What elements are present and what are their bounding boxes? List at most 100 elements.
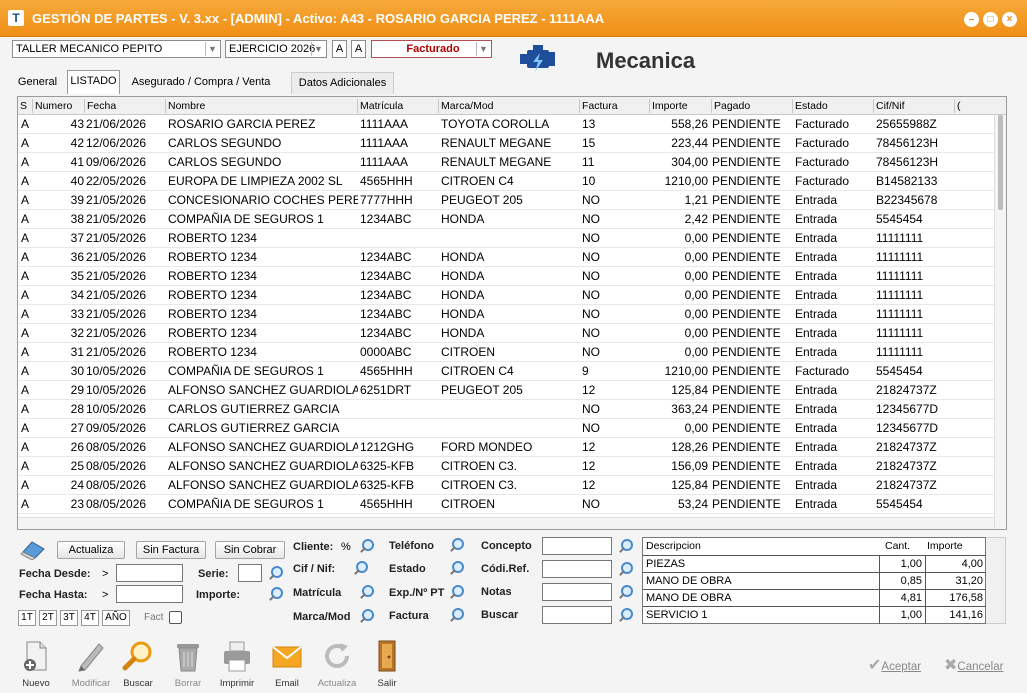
detail-table[interactable]: Descripcion Cant. Importe PIEZAS 1,00 4,00… bbox=[642, 537, 987, 624]
quick-4t-button[interactable]: 4T bbox=[81, 610, 99, 626]
table-row[interactable]: A 34 21/05/2026 ROBERTO 1234 1234ABC HONDA NO 0… bbox=[18, 286, 994, 305]
actualiza-button[interactable]: Actualiza bbox=[57, 541, 125, 559]
tab-general[interactable]: General bbox=[14, 72, 61, 94]
actualiza-tool-button[interactable]: Actualiza bbox=[314, 640, 360, 689]
tab-datos-adicionales[interactable]: Datos Adicionales bbox=[291, 72, 394, 94]
col-header-fecha[interactable]: Fecha bbox=[84, 99, 116, 113]
cell-nombre: ROSARIO GARCIA PEREZ bbox=[168, 117, 316, 131]
sin-cobrar-button[interactable]: Sin Cobrar bbox=[215, 541, 285, 559]
maximize-icon[interactable]: □ bbox=[983, 12, 998, 27]
search-icon[interactable] bbox=[353, 561, 368, 575]
table-row[interactable]: A 33 21/05/2026 ROBERTO 1234 1234ABC HONDA NO 0… bbox=[18, 305, 994, 324]
search-icon[interactable] bbox=[359, 585, 374, 599]
notas-input[interactable] bbox=[542, 583, 612, 601]
search-icon[interactable] bbox=[449, 608, 464, 622]
cell-factura: 10 bbox=[582, 174, 596, 188]
fecha-desde-input[interactable] bbox=[116, 564, 183, 582]
tab-asegurado[interactable]: Asegurado / Compra / Venta bbox=[125, 72, 277, 94]
col-header-cif[interactable]: Cif/Nif bbox=[873, 99, 905, 113]
ejercicio-select[interactable]: EJERCICIO 2026 ▼ bbox=[225, 40, 327, 58]
salir-button[interactable]: Salir bbox=[364, 640, 410, 689]
col-header-estado[interactable]: Estado bbox=[792, 99, 828, 113]
table-row[interactable]: A 40 22/05/2026 EUROPA DE LIMPIEZA 2002 SL 4… bbox=[18, 172, 994, 191]
taller-select[interactable]: TALLER MECANICO PEPITO ▼ bbox=[12, 40, 221, 58]
table-row[interactable]: A 27 09/05/2026 CARLOS GUTIERREZ GARCIA NO 0,… bbox=[18, 419, 994, 438]
col-header-numero[interactable]: Numero bbox=[32, 99, 72, 113]
fact-checkbox[interactable] bbox=[169, 611, 182, 624]
search-icon[interactable] bbox=[268, 566, 283, 580]
nuevo-button[interactable]: Nuevo bbox=[13, 640, 59, 689]
tab-listado[interactable]: LISTADO bbox=[67, 70, 120, 94]
search-icon[interactable] bbox=[449, 538, 464, 552]
table-row[interactable]: A 43 21/06/2026 ROSARIO GARCIA PEREZ 1111AAA… bbox=[18, 115, 994, 134]
table-row[interactable]: A 37 21/05/2026 ROBERTO 1234 NO 0,00 PENDIENTE… bbox=[18, 229, 994, 248]
table-row[interactable]: A 26 08/05/2026 ALFONSO SANCHEZ GUARDIOLA 12… bbox=[18, 438, 994, 457]
detail-row[interactable]: PIEZAS 1,00 4,00 bbox=[643, 555, 987, 573]
font-a-button-2[interactable]: A bbox=[351, 40, 366, 58]
quick-1t-button[interactable]: 1T bbox=[18, 610, 36, 626]
vertical-scrollbar[interactable] bbox=[994, 115, 1006, 529]
scrollbar-thumb[interactable] bbox=[998, 115, 1003, 210]
detail-row[interactable]: MANO DE OBRA 4,81 176,58 bbox=[643, 589, 987, 607]
col-header-marca[interactable]: Marca/Mod bbox=[438, 99, 494, 113]
minimize-icon[interactable]: – bbox=[964, 12, 979, 27]
table-row[interactable]: A 30 10/05/2026 COMPAÑIA DE SEGUROS 1 4565HH… bbox=[18, 362, 994, 381]
cell-fecha: 21/05/2026 bbox=[86, 288, 147, 302]
col-header-s[interactable]: S bbox=[18, 99, 27, 113]
sin-factura-button[interactable]: Sin Factura bbox=[136, 541, 206, 559]
search-icon[interactable] bbox=[618, 539, 633, 553]
table-row[interactable]: A 28 10/05/2026 CARLOS GUTIERREZ GARCIA NO 36… bbox=[18, 400, 994, 419]
search-icon[interactable] bbox=[359, 609, 374, 623]
search-icon[interactable] bbox=[449, 561, 464, 575]
fecha-hasta-input[interactable] bbox=[116, 585, 183, 603]
search-icon[interactable] bbox=[268, 587, 283, 601]
table-row[interactable]: A 24 08/05/2026 ALFONSO SANCHEZ GUARDIOLA 63… bbox=[18, 476, 994, 495]
detail-row[interactable]: MANO DE OBRA 0,85 31,20 bbox=[643, 572, 987, 590]
col-header-matricula[interactable]: Matrícula bbox=[357, 99, 403, 113]
table-row[interactable]: A 41 09/06/2026 CARLOS SEGUNDO 1111AAA RENAUL… bbox=[18, 153, 994, 172]
buscar-input[interactable] bbox=[542, 606, 612, 624]
search-icon[interactable] bbox=[618, 608, 633, 622]
table-row[interactable]: A 23 08/05/2026 COMPAÑIA DE SEGUROS 1 4565HH… bbox=[18, 495, 994, 514]
partes-table[interactable]: S Numero Fecha Nombre Matrícula Marca/Mo… bbox=[17, 96, 1007, 530]
buscar-button[interactable]: Buscar bbox=[115, 640, 161, 689]
email-button[interactable]: Email bbox=[264, 640, 310, 689]
search-icon[interactable] bbox=[359, 539, 374, 553]
estado-select[interactable]: Facturado ▼ bbox=[371, 40, 492, 58]
font-a-button[interactable]: A bbox=[332, 40, 347, 58]
table-row[interactable]: A 39 21/05/2026 CONCESIONARIO COCHES PERE 77… bbox=[18, 191, 994, 210]
detail-row[interactable]: SERVICIO 1 1,00 141,16 bbox=[643, 606, 987, 624]
table-row[interactable]: A 35 21/05/2026 ROBERTO 1234 1234ABC HONDA NO 0… bbox=[18, 267, 994, 286]
concepto-input[interactable] bbox=[542, 537, 612, 555]
cell-estado: Entrada bbox=[795, 478, 838, 492]
search-icon[interactable] bbox=[449, 585, 464, 599]
imprimir-button[interactable]: Imprimir bbox=[214, 640, 260, 689]
cancelar-button[interactable]: ✖Cancelar bbox=[944, 655, 1003, 675]
horizontal-scrollbar[interactable] bbox=[18, 517, 994, 529]
search-icon[interactable] bbox=[618, 562, 633, 576]
close-icon[interactable]: × bbox=[1002, 12, 1017, 27]
quick-2t-button[interactable]: 2T bbox=[39, 610, 57, 626]
aceptar-button[interactable]: ✔Aceptar bbox=[868, 655, 921, 675]
quick-3t-button[interactable]: 3T bbox=[60, 610, 78, 626]
serie-input[interactable] bbox=[238, 564, 262, 582]
detail-scrollbar[interactable] bbox=[986, 537, 1006, 624]
table-row[interactable]: A 25 08/05/2026 ALFONSO SANCHEZ GUARDIOLA 63… bbox=[18, 457, 994, 476]
eraser-icon[interactable] bbox=[20, 538, 48, 560]
codi-ref-input[interactable] bbox=[542, 560, 612, 578]
col-header-importe[interactable]: Importe bbox=[649, 99, 688, 113]
borrar-button[interactable]: Borrar bbox=[165, 640, 211, 689]
table-row[interactable]: A 32 21/05/2026 ROBERTO 1234 1234ABC HONDA NO 0… bbox=[18, 324, 994, 343]
modificar-button[interactable]: Modificar bbox=[68, 640, 114, 689]
quick-ano-button[interactable]: AÑO bbox=[102, 610, 130, 626]
col-header-extra[interactable]: ( bbox=[954, 99, 961, 113]
col-header-pagado[interactable]: Pagado bbox=[711, 99, 750, 113]
table-row[interactable]: A 31 21/05/2026 ROBERTO 1234 0000ABC CITROEN N… bbox=[18, 343, 994, 362]
table-row[interactable]: A 36 21/05/2026 ROBERTO 1234 1234ABC HONDA NO 0… bbox=[18, 248, 994, 267]
search-icon[interactable] bbox=[618, 585, 633, 599]
col-header-nombre[interactable]: Nombre bbox=[165, 99, 205, 113]
table-row[interactable]: A 42 12/06/2026 CARLOS SEGUNDO 1111AAA RENAUL… bbox=[18, 134, 994, 153]
table-row[interactable]: A 29 10/05/2026 ALFONSO SANCHEZ GUARDIOLA 62… bbox=[18, 381, 994, 400]
table-row[interactable]: A 38 21/05/2026 COMPAÑIA DE SEGUROS 1 1234AB… bbox=[18, 210, 994, 229]
col-header-factura[interactable]: Factura bbox=[579, 99, 618, 113]
